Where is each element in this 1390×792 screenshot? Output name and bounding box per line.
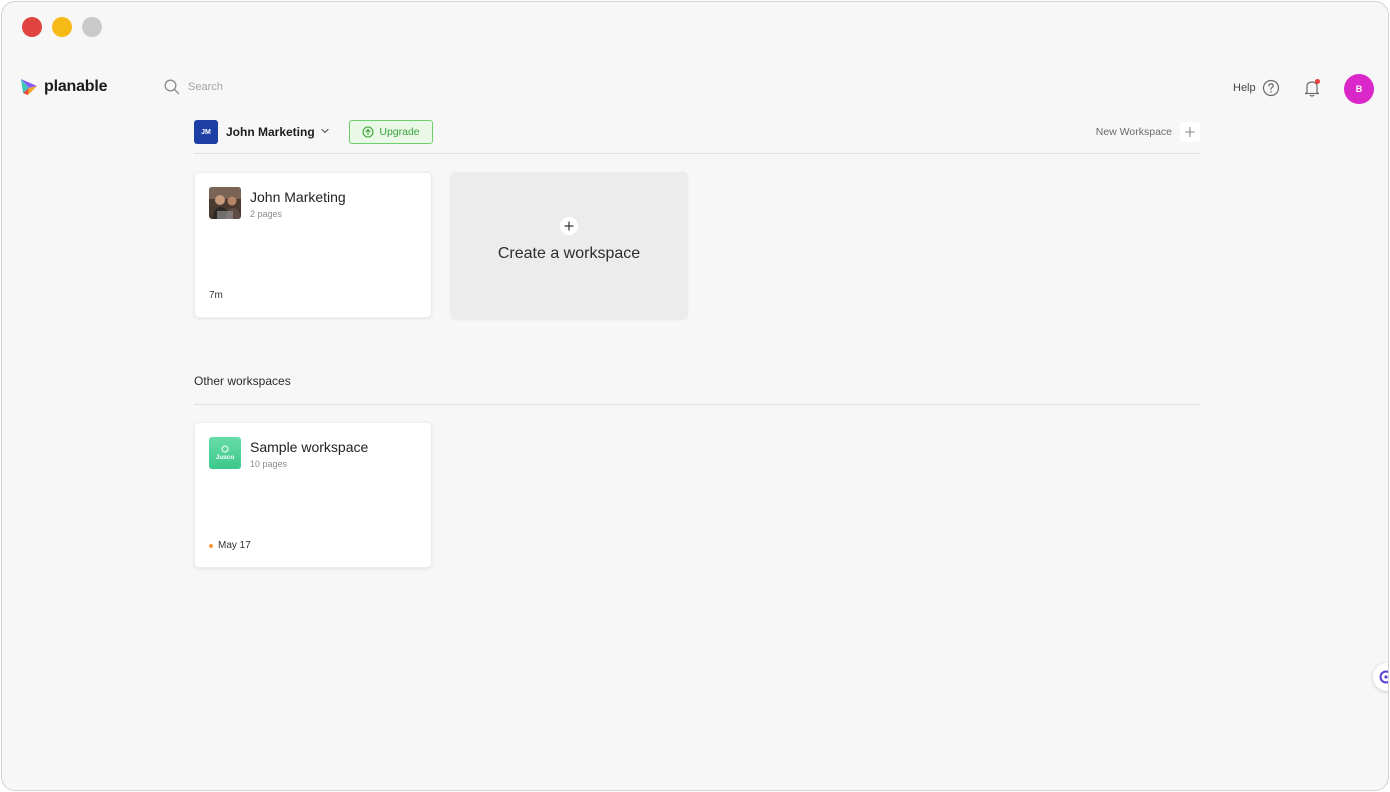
search-bar[interactable] — [164, 79, 308, 95]
workspace-switcher-name[interactable]: John Marketing — [226, 125, 315, 139]
workspace-badge: JM — [194, 120, 218, 144]
workspace-card-footer: May 17 — [209, 540, 251, 551]
close-window-button[interactable] — [22, 17, 42, 37]
create-workspace-card[interactable]: Create a workspace — [450, 172, 688, 319]
workspace-card-updated: 7m — [209, 290, 223, 301]
window-controls — [22, 17, 102, 37]
workspace-header: JM John Marketing Upgrade New Workspace — [194, 120, 1200, 154]
notification-badge — [1315, 79, 1320, 84]
notifications-button[interactable] — [1303, 78, 1321, 98]
search-input[interactable] — [188, 81, 308, 93]
minimize-window-button[interactable] — [52, 17, 72, 37]
workspace-thumbnail-photo — [209, 187, 241, 219]
plus-circle-icon — [560, 217, 578, 235]
upgrade-arrow-icon — [362, 126, 374, 138]
create-workspace-label: Create a workspace — [497, 245, 641, 262]
help-circle-icon — [1262, 79, 1279, 97]
maximize-window-button[interactable] — [82, 17, 102, 37]
plus-icon — [1180, 122, 1200, 142]
chat-widget-button[interactable] — [1373, 663, 1388, 691]
search-icon — [164, 79, 180, 95]
chevron-down-icon[interactable] — [320, 126, 330, 136]
planable-logo-icon — [21, 79, 37, 95]
planable-logo[interactable]: planable — [19, 77, 108, 97]
workspace-thumbnail-logo: Jusco — [209, 437, 241, 469]
status-dot — [209, 543, 213, 548]
new-workspace-button[interactable]: New Workspace — [1096, 122, 1200, 142]
upgrade-label: Upgrade — [379, 126, 420, 138]
user-avatar[interactable]: B — [1344, 74, 1374, 104]
workspace-card-pages: 2 pages — [250, 209, 283, 219]
help-button[interactable]: Help — [1233, 79, 1280, 97]
workspace-card-john-marketing[interactable]: John Marketing 2 pages 7m — [194, 172, 432, 318]
jusco-logo-text: Jusco — [216, 454, 235, 461]
app-window: planable Help B JM John Marketing — [1, 1, 1389, 791]
workspace-card-date: May 17 — [218, 540, 251, 551]
workspace-card-pages: 10 pages — [250, 459, 288, 469]
chat-widget-icon — [1379, 670, 1388, 684]
workspace-card-footer: 7m — [209, 290, 223, 301]
workspace-card-title: Sample workspace — [250, 439, 369, 455]
workspace-card-sample[interactable]: Jusco Sample workspace 10 pages May 17 — [194, 422, 432, 568]
section-divider — [194, 404, 1200, 405]
new-workspace-label: New Workspace — [1095, 126, 1172, 138]
upgrade-button[interactable]: Upgrade — [349, 120, 433, 144]
other-workspaces-heading: Other workspaces — [194, 374, 291, 388]
logo-text: planable — [44, 78, 108, 95]
workspace-card-title: John Marketing — [250, 189, 346, 205]
help-label: Help — [1233, 82, 1256, 94]
